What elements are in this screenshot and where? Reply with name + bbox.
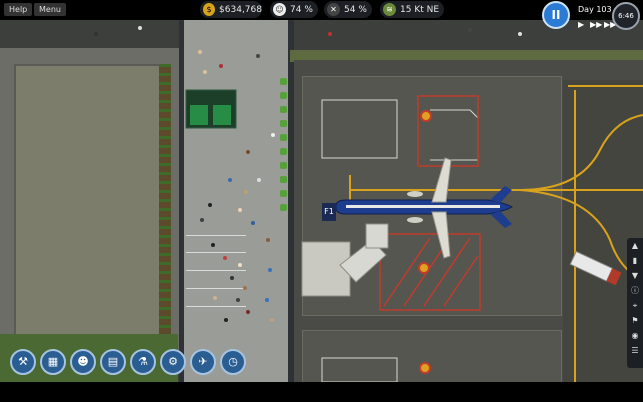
security-display[interactable]: ✕ 54 % [324, 1, 372, 18]
stand-markings [321, 99, 479, 382]
zoom-in-icon[interactable]: ▲ [627, 238, 643, 253]
service-vehicle[interactable] [569, 250, 622, 286]
help-button[interactable]: Help [4, 3, 33, 16]
build-tool-icon[interactable]: ⚒ [10, 349, 36, 375]
security-icon: ✕ [327, 3, 340, 16]
flights-tool-icon[interactable]: ✈ [190, 349, 216, 375]
approval-display[interactable]: ☺ 74 % [270, 1, 318, 18]
map-overlay [94, 26, 643, 382]
stop-marker [419, 362, 431, 374]
gate-sign[interactable]: F1 [322, 203, 336, 221]
stop-marker [418, 262, 430, 274]
approval-value: 74 % [290, 4, 313, 15]
airplane[interactable] [335, 157, 514, 259]
airport-map[interactable]: F1 [0, 20, 643, 382]
flag-icon[interactable]: ⚑ [627, 313, 643, 328]
wind-value: 15 Kt NE [400, 4, 440, 15]
list-icon[interactable]: ☰ [627, 343, 643, 358]
pause-button[interactable]: II [542, 1, 570, 29]
money-value: $634,768 [219, 4, 262, 15]
play-speed-1-icon[interactable]: ▶ [578, 20, 584, 29]
bottom-bar [0, 382, 643, 402]
info-icon[interactable]: ⓘ [627, 283, 643, 298]
overview-tool-icon[interactable]: ◷ [220, 349, 246, 375]
coin-icon: $ [203, 3, 216, 16]
staff-tool-icon[interactable]: ☻ [70, 349, 96, 375]
stop-marker [420, 110, 432, 122]
approval-icon: ☺ [273, 3, 286, 16]
foundation-tool-icon[interactable]: ▦ [40, 349, 66, 375]
wind-display[interactable]: ≋ 15 Kt NE [380, 1, 444, 18]
camera-icon[interactable]: ◉ [627, 328, 643, 343]
security-gates [185, 89, 246, 307]
zones-tool-icon[interactable]: ▤ [100, 349, 126, 375]
location-icon[interactable]: ⌖ [627, 298, 643, 313]
menu-button[interactable]: Menu [34, 3, 66, 16]
day-label: Day 103 [578, 5, 612, 14]
jet-bridge[interactable] [301, 223, 389, 297]
zoom-out-icon[interactable]: ▼ [627, 268, 643, 283]
play-speed-2-icon[interactable]: ▶▶ [590, 20, 602, 29]
clock-display: 6:46 [612, 2, 640, 30]
zoom-level-icon: ▮ [632, 256, 638, 265]
side-toolbar: ▲ ▮ ▼ ⓘ ⌖ ⚑ ◉ ☰ [627, 238, 643, 368]
settings-tool-icon[interactable]: ⚙ [160, 349, 186, 375]
money-display[interactable]: $ $634,768 [200, 1, 262, 18]
research-tool-icon[interactable]: ⚗ [130, 349, 156, 375]
security-value: 54 % [344, 4, 367, 15]
wind-icon: ≋ [383, 3, 396, 16]
